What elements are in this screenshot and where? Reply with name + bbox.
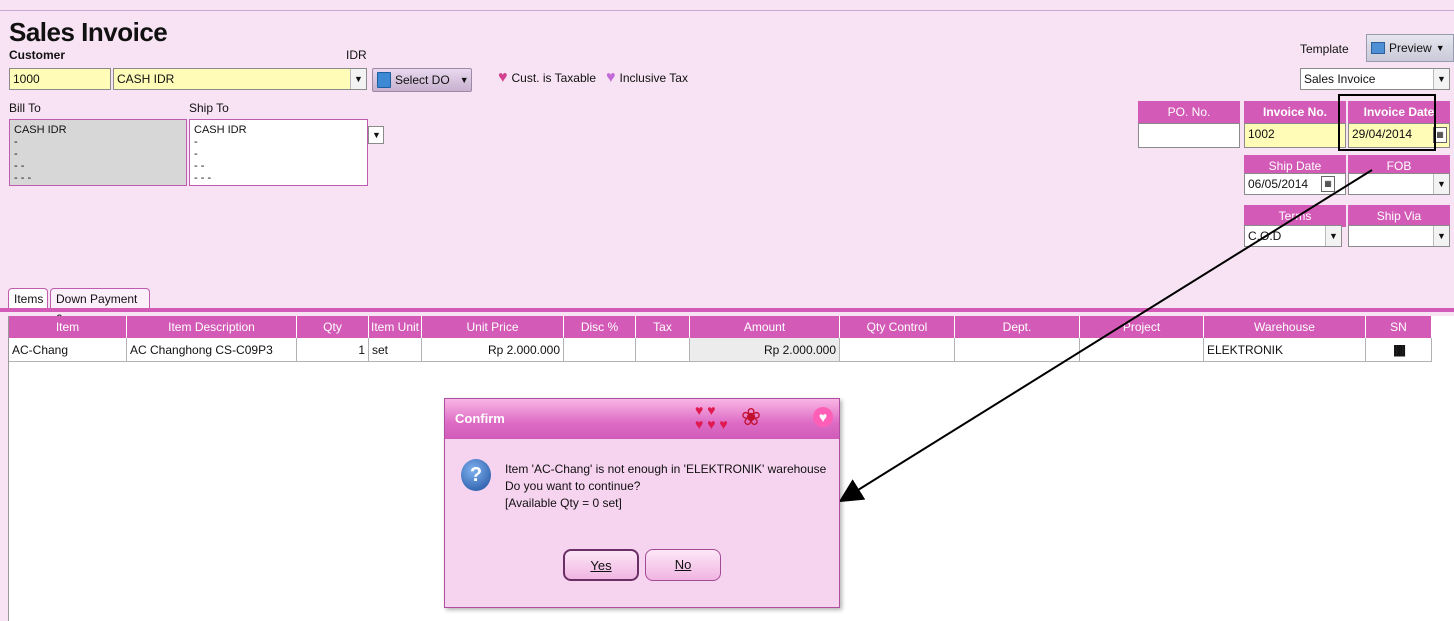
hearts-icon: ♥ ♥ ♥ ♥ ♥: [695, 402, 728, 432]
dialog-title-bar[interactable]: Confirm: [445, 399, 839, 439]
rose-icon: ❀: [741, 404, 762, 431]
dialog-message-line-2: Do you want to continue?: [505, 479, 641, 493]
no-button-label: No: [674, 557, 692, 572]
yes-button[interactable]: Yes: [563, 549, 639, 581]
question-icon: ?: [461, 459, 491, 491]
no-button[interactable]: No: [645, 549, 721, 581]
confirm-dialog: Confirm ♥ ♥ ♥ ♥ ♥ ❀ ♥ ? Item 'AC-Chang' i…: [444, 398, 840, 608]
dialog-message-line-3: [Available Qty = 0 set]: [505, 496, 622, 510]
dialog-title: Confirm: [455, 411, 505, 426]
close-icon[interactable]: ♥: [813, 407, 833, 427]
yes-button-label: Yes: [590, 558, 612, 573]
dialog-message-line-1: Item 'AC-Chang' is not enough in 'ELEKTR…: [505, 462, 827, 476]
